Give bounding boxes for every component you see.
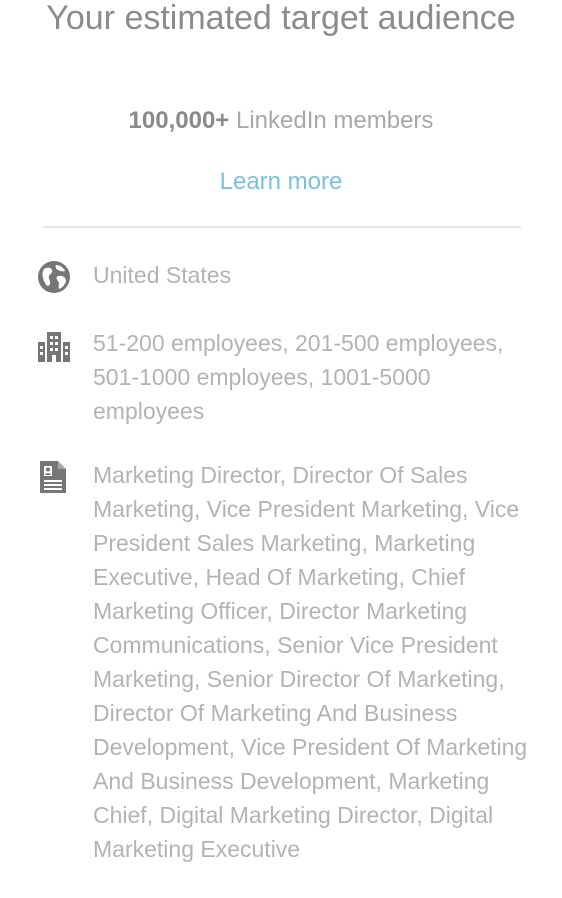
location-text: United States — [93, 262, 232, 288]
divider — [43, 226, 521, 228]
job-titles-text: Marketing Director, Director Of Sales Ma… — [93, 462, 528, 862]
company-size-text: 51-200 employees, 201-500 employees, 501… — [93, 330, 504, 424]
panel-title: Your estimated target audience — [46, 0, 516, 37]
globe-icon — [37, 260, 71, 294]
reach-label: LinkedIn members — [236, 107, 434, 134]
reach-count: 100,000+ — [128, 107, 230, 134]
building-icon — [37, 330, 71, 364]
audience-estimate-panel: Your estimated target audience 100,000+ … — [0, 0, 562, 898]
learn-more-link[interactable]: Learn more — [0, 168, 562, 196]
audience-reach: 100,000+ LinkedIn members — [0, 106, 562, 136]
document-profile-icon — [39, 460, 73, 494]
